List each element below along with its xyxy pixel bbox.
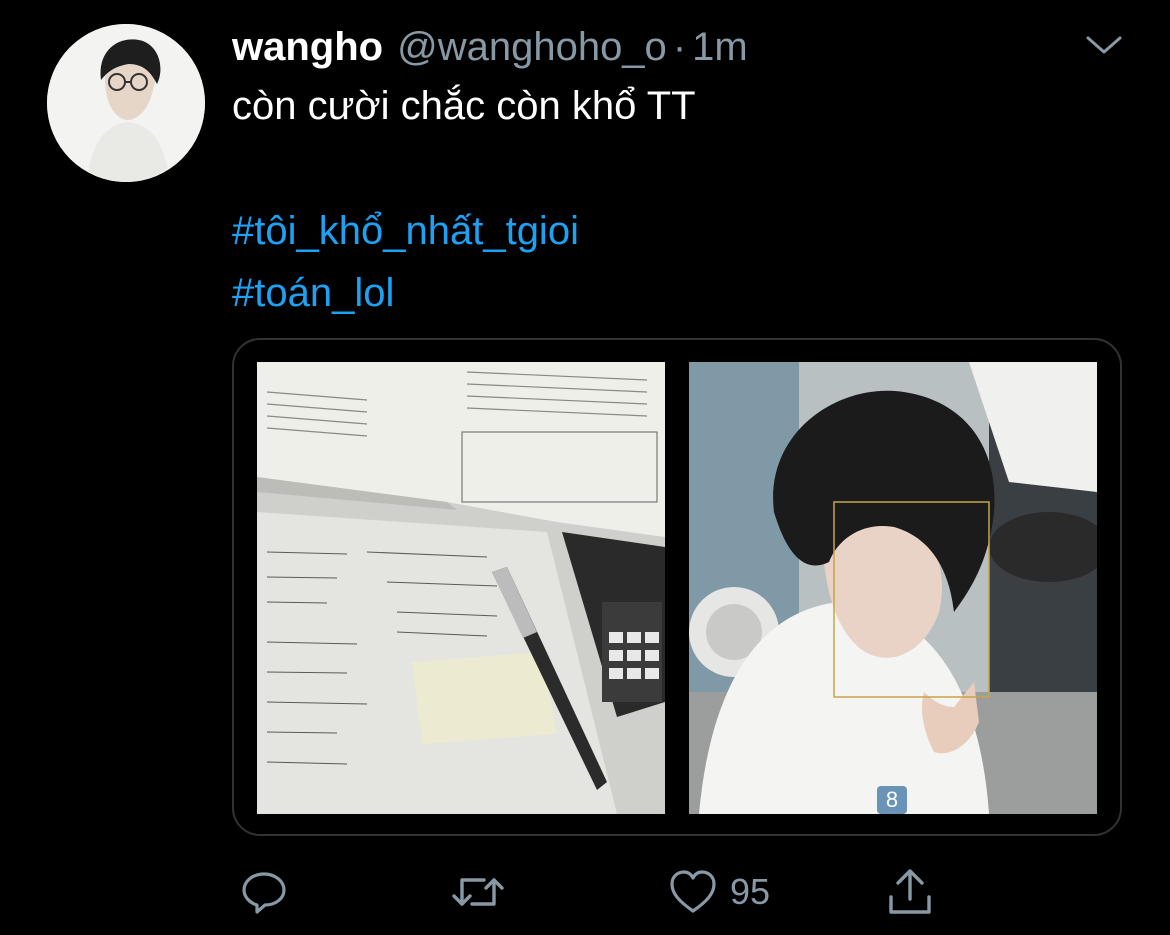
reply-icon — [242, 872, 286, 914]
tweet-header: wangho @wanghoho_o · 1m — [232, 22, 748, 72]
heart-icon — [670, 870, 716, 913]
retweet-button[interactable] — [450, 864, 506, 920]
chevron-down-icon[interactable] — [1084, 30, 1124, 58]
hashtag-link[interactable]: #toán_lol — [232, 267, 394, 319]
avatar[interactable] — [47, 24, 205, 182]
share-icon — [889, 869, 931, 914]
like-button[interactable]: 95 — [668, 864, 770, 920]
user-handle[interactable]: @wanghoho_o — [397, 22, 667, 72]
avatar-image — [47, 24, 205, 182]
reply-button[interactable] — [240, 864, 288, 920]
share-button[interactable] — [886, 864, 934, 920]
media-photo-selfie[interactable] — [689, 362, 1097, 814]
tweet-time[interactable]: 1m — [692, 22, 748, 72]
like-count: 95 — [730, 871, 771, 912]
separator: · — [672, 25, 687, 69]
media-photo-notes[interactable] — [257, 362, 665, 814]
photo-count-badge: 8 — [877, 786, 907, 814]
tweet-text: còn cười chắc còn khổ TT — [232, 84, 696, 128]
hashtag-link[interactable]: #tôi_khổ_nhất_tgioi — [232, 205, 579, 257]
display-name[interactable]: wangho — [232, 22, 383, 72]
retweet-icon — [452, 878, 504, 906]
